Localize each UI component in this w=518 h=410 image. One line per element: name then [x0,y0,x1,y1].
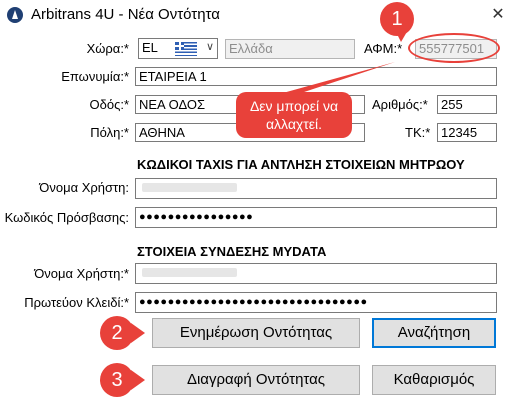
name-label: Επωνυμία:* [61,69,129,84]
title-bar: Arbitrans 4U - Νέα Οντότητα ✕ [0,0,518,30]
arbitrans-logo-icon [7,7,23,23]
company-name-field[interactable]: ΕΤΑΙΡΕΙΑ 1 [135,67,497,86]
vat-label: ΑΦΜ:* [364,41,403,56]
taxis-password-label: Κωδικός Πρόσβασης: [4,210,129,225]
cannot-change-callout: Δεν μπορεί να αλλαχτεί. [236,92,352,138]
chevron-down-icon[interactable]: ∨ [206,40,214,53]
clear-button[interactable]: Καθαρισμός [372,365,496,395]
mydata-username-field[interactable] [135,263,497,284]
close-button[interactable]: ✕ [478,0,518,30]
mydata-key-label: Πρωτεύον Κλειδί:* [24,295,129,310]
greek-flag-icon [175,42,197,56]
masked-username [142,183,237,192]
taxis-username-label: Όνομα Χρήστη: [39,180,129,195]
badge2-pointer [131,323,145,343]
street-number-label: Αριθμός:* [372,97,428,112]
taxis-password-field[interactable]: ●●●●●●●●●●●●●●●● [135,207,497,228]
badge3-pointer [131,370,145,390]
step-badge-3: 3 [100,363,134,397]
search-button[interactable]: Αναζήτηση [372,318,496,348]
taxis-username-field[interactable] [135,178,497,199]
street-number-field[interactable]: 255 [437,95,497,114]
country-select[interactable]: EL ∨ [138,38,218,59]
masked-username [142,268,237,277]
country-code: EL [142,40,158,55]
delete-entity-button[interactable]: Διαγραφή Οντότητας [152,365,360,395]
country-label: Χώρα:* [86,41,129,56]
mydata-key-field[interactable]: ●●●●●●●●●●●●●●●●●●●●●●●●●●●●●●●● [135,292,497,313]
step-badge-1: 1 [380,2,414,36]
mydata-section-heading: ΣΤΟΙΧΕΙΑ ΣΥΝΔΕΣΗΣ MYDATA [137,244,327,259]
window-title: Arbitrans 4U - Νέα Οντότητα [31,6,220,23]
taxis-section-heading: ΚΩΔΙΚΟΙ TAXIS ΓΙΑ ΑΝΤΛΗΣΗ ΣΤΟΙΧΕΙΩΝ ΜΗΤΡ… [137,157,465,172]
vat-highlight-ring [408,33,500,63]
city-label: Πόλη:* [90,125,129,140]
zip-field[interactable]: 12345 [437,123,497,142]
country-name-field: Ελλάδα [225,39,355,59]
step-badge-2: 2 [100,316,134,350]
street-label: Οδός:* [89,97,129,112]
zip-label: ΤΚ:* [405,125,431,140]
mydata-username-label: Όνομα Χρήστη:* [34,266,129,281]
update-entity-button[interactable]: Ενημέρωση Οντότητας [152,318,360,348]
